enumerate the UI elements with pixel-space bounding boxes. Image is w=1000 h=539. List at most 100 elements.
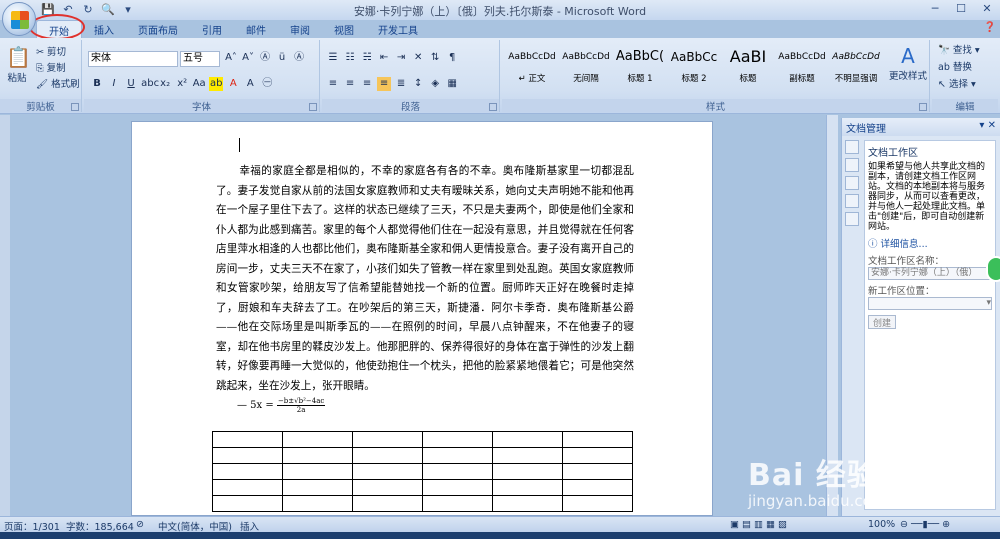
style-title[interactable]: AaBI 标题 <box>721 42 775 94</box>
zoom-slider[interactable]: ⊖ ──▮── ⊕ <box>900 519 950 530</box>
change-styles-button[interactable]: A 更改样式 <box>888 44 928 82</box>
info-icon: ⓘ <box>868 239 878 250</box>
cut-button[interactable]: ✂ 剪切 <box>36 44 66 58</box>
more-info-link[interactable]: ⓘ 详细信息... <box>868 236 992 250</box>
office-button[interactable] <box>2 2 36 36</box>
clipboard-label: 剪贴板 <box>0 99 81 113</box>
pane-title: 文档管理 <box>846 124 886 135</box>
close-icon[interactable]: ✕ <box>974 0 1000 18</box>
italic-icon[interactable]: I <box>107 77 121 91</box>
align-left-icon[interactable]: ≡ <box>326 77 340 91</box>
line-spacing-icon[interactable]: ↕ <box>411 77 425 91</box>
document-table[interactable] <box>212 431 633 512</box>
help-icon[interactable]: ❓ <box>984 22 996 33</box>
styles-gallery: AaBbCcDd ↵ 正文 AaBbCcDd 无间隔 AaBbC(标题 1 AaBb… <box>505 42 885 98</box>
pane-tab-documents-icon[interactable] <box>845 194 859 208</box>
word-count[interactable]: 字数：185,664 <box>66 519 134 533</box>
distributed-icon[interactable]: ≣ <box>394 77 408 91</box>
pane-tab-links-icon[interactable] <box>845 212 859 226</box>
char-border-icon[interactable]: Ⓐ <box>292 51 306 65</box>
equation-denominator: 2a <box>296 406 306 414</box>
styles-launcher-icon[interactable] <box>919 103 927 111</box>
tab-view[interactable]: 视图 <box>322 20 366 38</box>
font-name-field[interactable]: 宋体 <box>88 51 178 67</box>
copy-button[interactable]: ⎘ 复制 <box>36 60 66 74</box>
shading-icon[interactable]: ◈ <box>428 77 442 91</box>
decrease-indent-icon[interactable]: ⇤ <box>377 51 391 65</box>
multilevel-list-icon[interactable]: ☵ <box>360 51 374 65</box>
style-normal[interactable]: AaBbCcDd ↵ 正文 <box>505 42 559 94</box>
ribbon-tabs: 开始 插入 页面布局 引用 邮件 审阅 视图 开发工具 <box>36 20 430 38</box>
tab-page-layout[interactable]: 页面布局 <box>126 20 190 38</box>
asian-layout-icon[interactable]: ✕ <box>411 51 425 65</box>
floating-widget-icon[interactable] <box>986 256 1000 282</box>
find-button[interactable]: 🔭 查找 ▾ <box>938 42 980 56</box>
tab-developer[interactable]: 开发工具 <box>366 20 430 38</box>
equation[interactable]: — 5x = −b±√b²−4ac 2a <box>237 397 326 414</box>
body-paragraph[interactable]: 幸福的家庭全都是相似的，不幸的家庭各有各的不幸。奥布隆斯基家里一切都混乱了。妻子… <box>216 162 634 396</box>
pane-tab-tasks-icon[interactable] <box>845 176 859 190</box>
zoom-level[interactable]: 100% <box>868 519 895 530</box>
title-bar: 💾 ↶ ↻ 🔍 ▾ 安娜·卡列宁娜（上）〔俄〕列夫.托尔斯泰 - Microso… <box>0 0 1000 20</box>
tab-insert[interactable]: 插入 <box>82 20 126 38</box>
shrink-font-icon[interactable]: A˅ <box>241 51 255 65</box>
underline-icon[interactable]: U <box>124 77 138 91</box>
grow-font-icon[interactable]: A˄ <box>224 51 238 65</box>
strikethrough-icon[interactable]: abc <box>141 77 159 91</box>
clear-format-icon[interactable]: Ⓐ <box>258 51 272 65</box>
styles-label: 样式 <box>502 99 929 113</box>
pane-tab-status-icon[interactable] <box>845 140 859 154</box>
create-button[interactable]: 创建 <box>868 315 896 329</box>
subscript-icon[interactable]: x₂ <box>158 77 172 91</box>
style-subtitle[interactable]: AaBbCcDd 副标题 <box>775 42 829 94</box>
view-buttons[interactable]: ▣ ▤ ▥ ▦ ▧ <box>730 519 787 530</box>
font-launcher-icon[interactable] <box>309 103 317 111</box>
change-case-icon[interactable]: Aa <box>192 77 206 91</box>
bold-icon[interactable]: B <box>90 77 104 91</box>
tab-review[interactable]: 审阅 <box>278 20 322 38</box>
superscript-icon[interactable]: x² <box>175 77 189 91</box>
highlight-icon[interactable]: ab <box>209 77 224 91</box>
insert-mode[interactable]: 插入 <box>240 519 259 533</box>
tab-mailings[interactable]: 邮件 <box>234 20 278 38</box>
style-heading-2[interactable]: AaBbCc 标题 2 <box>667 42 721 94</box>
show-marks-icon[interactable]: ¶ <box>445 51 459 65</box>
phonetic-icon[interactable]: ü <box>275 51 289 65</box>
format-painter-button[interactable]: 🖌 格式刷 <box>36 76 80 90</box>
paragraph-group: ☰ ☷ ☵ ⇤ ⇥ ✕ ⇅ ¶ ≡ ≡ ≡ ≡ ≣ ↕ ◈ ▦ 段落 <box>322 40 500 113</box>
numbering-icon[interactable]: ☷ <box>343 51 357 65</box>
align-center-icon[interactable]: ≡ <box>343 77 357 91</box>
align-right-icon[interactable]: ≡ <box>360 77 374 91</box>
char-shading-icon[interactable]: A <box>243 77 257 91</box>
paste-button[interactable]: 📋 粘贴 <box>6 44 31 84</box>
style-subtle-emphasis[interactable]: AaBbCcDd 不明显强调 <box>829 42 883 94</box>
language-indicator[interactable]: 中文(简体，中国) <box>158 519 232 533</box>
tab-references[interactable]: 引用 <box>190 20 234 38</box>
style-heading-1[interactable]: AaBbC(标题 1 <box>613 42 667 94</box>
page-count[interactable]: 页面：1/301 <box>4 519 60 533</box>
spelling-icon[interactable]: ⊘ <box>136 519 144 530</box>
pane-section-title: 文档工作区 <box>868 148 918 159</box>
increase-indent-icon[interactable]: ⇥ <box>394 51 408 65</box>
clipboard-launcher-icon[interactable] <box>71 103 79 111</box>
paragraph-launcher-icon[interactable] <box>489 103 497 111</box>
document-page[interactable]: 幸福的家庭全都是相似的，不幸的家庭各有各的不幸。奥布隆斯基家里一切都混乱了。妻子… <box>131 121 713 516</box>
enclose-char-icon[interactable]: ㊀ <box>260 77 274 91</box>
pane-close-icon[interactable]: ▾ ✕ <box>979 120 996 134</box>
font-size-field[interactable]: 五号 <box>180 51 220 67</box>
replace-button[interactable]: ab 替换 <box>938 59 972 73</box>
select-button[interactable]: ↖ 选择 ▾ <box>938 76 976 90</box>
bullets-icon[interactable]: ☰ <box>326 51 340 65</box>
paste-icon: 📋 <box>6 45 31 69</box>
font-color-icon[interactable]: A <box>226 77 240 91</box>
clipboard-group: 📋 粘贴 ✂ 剪切 ⎘ 复制 🖌 格式刷 剪贴板 <box>0 40 82 113</box>
borders-icon[interactable]: ▦ <box>445 77 459 91</box>
style-no-spacing[interactable]: AaBbCcDd 无间隔 <box>559 42 613 94</box>
workspace-name-field[interactable]: 安娜·卡列宁娜（上）（俄） <box>868 267 992 280</box>
pane-tab-members-icon[interactable] <box>845 158 859 172</box>
sort-icon[interactable]: ⇅ <box>428 51 442 65</box>
maximize-icon[interactable]: ☐ <box>948 0 974 18</box>
justify-icon[interactable]: ≡ <box>377 77 392 91</box>
minimize-icon[interactable]: ─ <box>922 0 948 18</box>
workspace-location-field[interactable]: ▾ <box>868 297 992 310</box>
